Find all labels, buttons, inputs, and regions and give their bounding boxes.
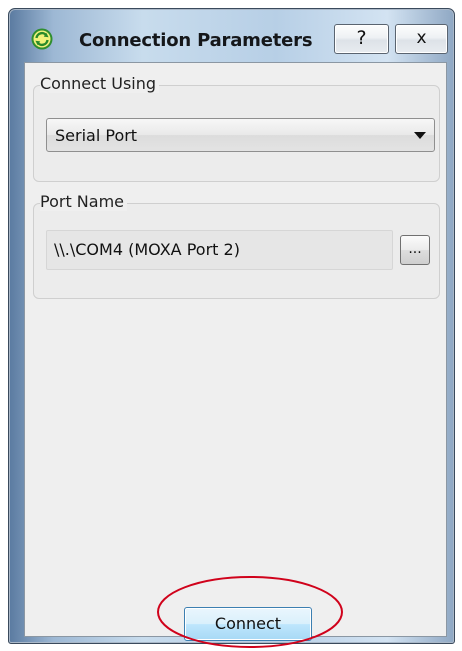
connect-button[interactable]: Connect: [184, 607, 312, 641]
connect-using-dropdown[interactable]: Serial Port: [46, 118, 435, 152]
port-name-field[interactable]: \\.\COM4 (MOXA Port 2): [46, 230, 393, 270]
refresh-icon: [31, 28, 53, 50]
window-title: Connection Parameters: [79, 30, 313, 51]
chevron-down-icon: [414, 132, 426, 139]
port-name-label: Port Name: [40, 192, 128, 211]
title-bar[interactable]: Connection Parameters ? x: [9, 9, 454, 63]
connect-using-label: Connect Using: [40, 74, 160, 93]
dialog-body: Connect Using Serial Port Port Name \\.\…: [24, 62, 447, 641]
connection-parameters-dialog: Connection Parameters ? x Connect Using …: [8, 8, 455, 648]
browse-port-button[interactable]: ...: [400, 235, 430, 265]
port-name-value: \\.\COM4 (MOXA Port 2): [54, 240, 240, 259]
close-button[interactable]: x: [395, 24, 448, 54]
connect-using-selected: Serial Port: [55, 126, 138, 145]
help-button[interactable]: ?: [334, 24, 389, 54]
